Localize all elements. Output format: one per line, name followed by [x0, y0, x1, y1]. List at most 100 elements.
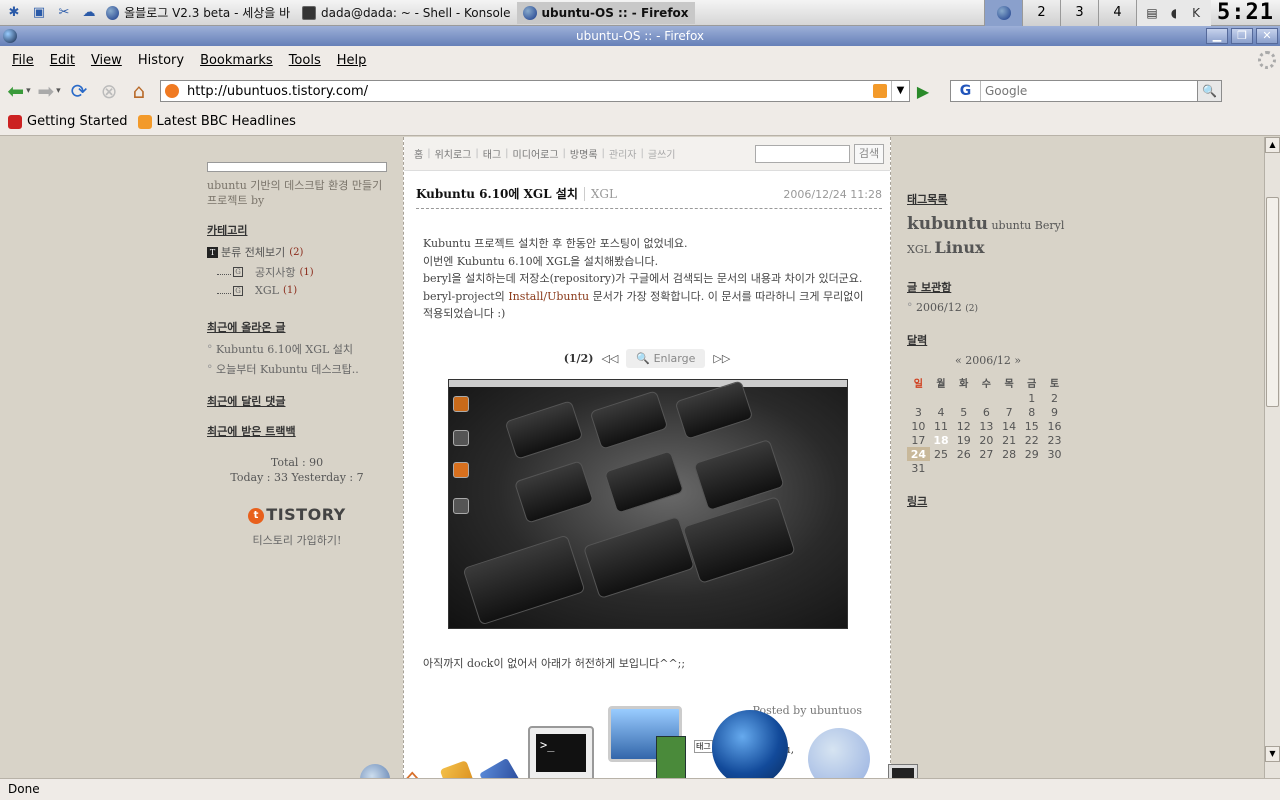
post-category[interactable]: XGL [583, 187, 617, 201]
calendar-day[interactable]: 31 [907, 461, 930, 475]
desktop-1[interactable] [984, 0, 1023, 26]
tag-linux[interactable]: Linux [934, 238, 984, 257]
menu-view[interactable]: View [83, 53, 130, 68]
firefox-icon[interactable] [712, 710, 788, 786]
menu-history[interactable]: History [130, 53, 192, 68]
links-title[interactable]: 링크 [907, 493, 1107, 509]
tistory-logo[interactable]: t TISTORY [207, 505, 387, 524]
calendar-day[interactable]: 4 [930, 405, 953, 419]
url-input[interactable]: http://ubuntuos.tistory.com/ [187, 84, 873, 99]
konsole-icon[interactable]: >_ [528, 726, 594, 786]
reload-button[interactable]: ⟳ [66, 78, 92, 104]
join-tistory-link[interactable]: 티스토리 가입하기! [207, 532, 387, 548]
calendar-day[interactable]: 22 [1020, 433, 1043, 447]
nav-write[interactable]: 글쓰기 [648, 146, 676, 161]
calendar-day[interactable]: 26 [952, 447, 975, 461]
calendar-day[interactable]: 12 [952, 419, 975, 433]
bookmark-getting-started[interactable]: Getting Started [8, 114, 128, 129]
back-button[interactable]: ⬅ [6, 78, 32, 104]
prev-image-icon[interactable]: ◁◁ [601, 352, 618, 365]
desktop-3[interactable]: 3 [1060, 0, 1099, 26]
klipper-icon[interactable]: K [1187, 4, 1205, 22]
calendar-day[interactable]: 2 [1043, 391, 1066, 405]
menu-tools[interactable]: Tools [281, 53, 329, 68]
menu-help[interactable]: Help [329, 53, 375, 68]
post-title[interactable]: Kubuntu 6.10에 XGL 설치 [416, 185, 578, 202]
tags-title[interactable]: 태그목록 [907, 191, 1107, 207]
calendar-day[interactable]: 16 [1043, 419, 1066, 433]
sidebar-search-input[interactable] [207, 162, 387, 172]
calendar-day[interactable]: 18 [930, 433, 953, 447]
tag-beryl[interactable]: Beryl [1035, 219, 1065, 232]
archive-title[interactable]: 글 보관함 [907, 279, 1107, 295]
calendar-day[interactable]: 17 [907, 433, 930, 447]
task-firefox[interactable]: ubuntu-OS :: - Firefox [516, 1, 695, 24]
calendar-day[interactable]: 28 [998, 447, 1021, 461]
recent-comments-title[interactable]: 최근에 달린 댓글 [207, 393, 387, 409]
recent-trackbacks-title[interactable]: 최근에 받은 트랙백 [207, 423, 387, 439]
nav-admin[interactable]: 관리자 [609, 146, 637, 161]
calendar-day[interactable]: 30 [1043, 447, 1066, 461]
calendar-day[interactable]: 25 [930, 447, 953, 461]
menu-bookmarks[interactable]: Bookmarks [192, 53, 281, 68]
clock[interactable]: 5:21 [1211, 0, 1280, 25]
calendar-day[interactable]: 3 [907, 405, 930, 419]
blog-search-button[interactable]: 검색 [854, 143, 884, 164]
calendar-day[interactable]: 11 [930, 419, 953, 433]
nav-tag[interactable]: 태그 [483, 146, 501, 161]
firefox-icon[interactable] [3, 29, 17, 43]
search-input[interactable] [981, 82, 1197, 100]
nav-guestbook[interactable]: 방명록 [570, 146, 598, 161]
task-allblog[interactable]: 올블로그 V2.3 beta - 세상을 바꾸 [100, 2, 296, 24]
category-title[interactable]: 카테고리 [207, 222, 387, 238]
tag-xgl[interactable]: XGL [907, 243, 931, 256]
network-monitor-icon[interactable]: ▤ [1143, 4, 1161, 22]
install-ubuntu-link[interactable]: Install/Ubuntu [508, 290, 589, 303]
menu-file[interactable]: File [4, 53, 42, 68]
volume-icon[interactable]: ◖ [1165, 4, 1183, 22]
network-icon[interactable]: ☁ [78, 2, 100, 24]
scrollbar-thumb[interactable] [1266, 197, 1279, 407]
enlarge-button[interactable]: 🔍 Enlarge [626, 348, 706, 368]
nav-locationlog[interactable]: 위치로그 [435, 146, 472, 161]
calendar-day[interactable]: 27 [975, 447, 998, 461]
search-button[interactable]: 🔍 [1198, 80, 1222, 102]
post-screenshot-image[interactable] [448, 379, 848, 629]
category-root[interactable]: T 분류 전체보기 (2) [207, 244, 387, 260]
task-konsole[interactable]: dada@dada: ~ - Shell - Konsole [296, 2, 517, 24]
calendar-day[interactable]: 7 [998, 405, 1021, 419]
scroll-up-button[interactable]: ▲ [1265, 137, 1280, 153]
calendar-day[interactable]: 8 [1020, 405, 1043, 419]
calendar-day[interactable]: 13 [975, 419, 998, 433]
stop-button[interactable]: ⊗ [96, 78, 122, 104]
recent-post-1[interactable]: Kubuntu 6.10에 XGL 설치 [207, 341, 387, 357]
scroll-down-button[interactable]: ▼ [1265, 746, 1280, 762]
calendar-day[interactable]: 21 [998, 433, 1021, 447]
calendar-day[interactable]: 23 [1043, 433, 1066, 447]
blog-search-input[interactable] [755, 144, 850, 163]
calendar-day[interactable]: 14 [998, 419, 1021, 433]
recent-posts-title[interactable]: 최근에 올라온 글 [207, 319, 387, 335]
calendar-day[interactable]: 9 [1043, 405, 1066, 419]
recent-post-2[interactable]: 오늘부터 Kubuntu 데스크탑.. [207, 361, 387, 377]
nav-medialog[interactable]: 미디어로그 [513, 146, 559, 161]
computer-icon[interactable] [608, 706, 692, 786]
desktop-2[interactable]: 2 [1022, 0, 1061, 26]
menu-edit[interactable]: Edit [42, 53, 83, 68]
calendar-day[interactable]: 5 [952, 405, 975, 419]
window-titlebar[interactable]: ubuntu-OS :: - Firefox ▁ ❐ ✕ [0, 26, 1280, 46]
category-xgl[interactable]: G XGL (1) [217, 284, 387, 297]
search-engine-button[interactable]: G [951, 81, 981, 101]
forward-button[interactable]: ➡ [36, 78, 62, 104]
calendar-title[interactable]: 달력 [907, 332, 1107, 348]
kde-menu-icon[interactable]: ✱ [3, 2, 25, 24]
close-button[interactable]: ✕ [1256, 28, 1278, 44]
vertical-scrollbar[interactable]: ▲ ▼ [1264, 137, 1280, 778]
calendar-day[interactable]: 1 [1020, 391, 1043, 405]
archive-2006-12[interactable]: 2006/12 (2) [907, 301, 1107, 314]
next-image-icon[interactable]: ▷▷ [713, 352, 730, 365]
rss-icon[interactable] [873, 84, 887, 98]
maximize-button[interactable]: ❐ [1231, 28, 1253, 44]
go-button[interactable]: ▶ [912, 80, 934, 102]
url-dropdown[interactable]: ▼ [891, 81, 909, 101]
